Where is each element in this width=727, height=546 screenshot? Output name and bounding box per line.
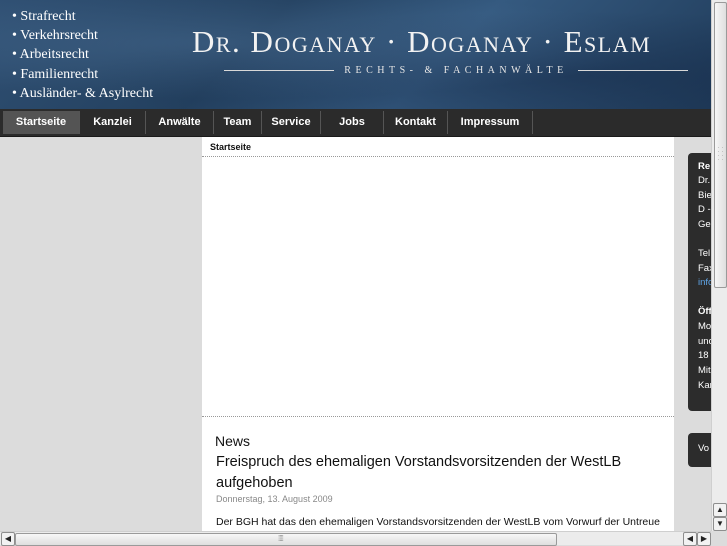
news-article-date: Donnerstag, 13. August 2009 <box>216 494 333 504</box>
contact-line: D - <box>698 204 711 215</box>
firm-subtitle-text: RECHTS- & FACHANWÄLTE <box>344 64 568 76</box>
hours-line: Mit <box>698 365 711 376</box>
nav-item-kanzlei[interactable]: Kanzlei <box>80 111 146 134</box>
scroll-left-button[interactable]: ◀ <box>1 532 15 546</box>
contact-line: Dr. <box>698 175 711 186</box>
subtitle-rule-right <box>577 69 688 71</box>
divider <box>202 416 674 417</box>
nav-item-service[interactable]: Service <box>262 111 321 134</box>
nav-item-startseite[interactable]: Startseite <box>3 111 80 134</box>
arrow-left-icon: ◀ <box>4 534 12 543</box>
scroll-down-button[interactable]: ▼ <box>713 517 727 531</box>
contact-line: Ge <box>698 219 711 230</box>
practice-areas-list: Strafrecht Verkehrsrecht Arbeitsrecht Fa… <box>12 7 153 103</box>
main-navigation: Startseite Kanzlei Anwälte Team Service … <box>0 109 727 137</box>
arrow-up-icon: ▲ <box>716 505 724 514</box>
scrollbar-corner <box>711 531 727 545</box>
nav-item-jobs[interactable]: Jobs <box>321 111 384 134</box>
arrow-right-icon: ▶ <box>700 534 708 543</box>
contact-box-heading: Re <box>698 161 711 172</box>
practice-area-item[interactable]: Strafrecht <box>12 7 153 26</box>
nav-item-kontakt[interactable]: Kontakt <box>384 111 448 134</box>
breadcrumb[interactable]: Startseite <box>210 142 251 152</box>
grip-icon: ⁞⁞⁞⁞ <box>278 534 284 543</box>
nav-item-impressum[interactable]: Impressum <box>448 111 533 134</box>
hours-heading: Öff <box>698 306 712 317</box>
contact-line: Bie <box>698 190 712 201</box>
nav-item-team[interactable]: Team <box>214 111 262 134</box>
contact-phone: Tel <box>698 248 711 259</box>
vertical-scrollbar[interactable]: · · · · · · · · ▲ ▼ <box>711 0 727 531</box>
practice-area-item[interactable]: Ausländer- & Asylrecht <box>12 84 153 103</box>
divider <box>202 156 674 157</box>
firm-name-logo[interactable]: Dr. Doganay · Doganay · Eslam <box>192 24 651 60</box>
news-article-title[interactable]: Freispruch des ehemaligen Vorstandsvorsi… <box>216 452 646 494</box>
firm-subtitle: RECHTS- & FACHANWÄLTE <box>224 63 688 77</box>
hours-line: Mo <box>698 321 712 332</box>
vertical-scroll-thumb[interactable]: · · · · · · · · <box>714 2 727 288</box>
practice-area-item[interactable]: Familienrecht <box>12 65 153 84</box>
news-article-excerpt: Der BGH hat das den ehemaligen Vorstands… <box>216 516 660 528</box>
hours-line: 18 <box>698 350 709 361</box>
site-header: Strafrecht Verkehrsrecht Arbeitsrecht Fa… <box>0 0 727 109</box>
main-content: Startseite News Freispruch des ehemalige… <box>202 137 674 531</box>
nav-item-anwaelte[interactable]: Anwälte <box>146 111 214 134</box>
left-column <box>0 137 201 531</box>
subtitle-rule-left <box>224 69 335 71</box>
arrow-down-icon: ▼ <box>716 519 724 528</box>
scroll-right-button[interactable]: ▶ <box>697 532 711 546</box>
scroll-left-button-2[interactable]: ◀ <box>683 532 697 546</box>
scroll-up-button[interactable]: ▲ <box>713 503 727 517</box>
practice-area-item[interactable]: Arbeitsrecht <box>12 45 153 64</box>
grip-icon: · · · · · · · · <box>717 145 724 163</box>
news-heading: News <box>215 433 251 449</box>
arrow-left-icon: ◀ <box>686 534 694 543</box>
horizontal-scroll-thumb[interactable]: ⁞⁞⁞⁞ <box>15 533 557 546</box>
info-box-text: Vo <box>698 443 710 454</box>
horizontal-scrollbar[interactable]: ◀ ⁞⁞⁞⁞ ◀ ▶ <box>0 531 711 546</box>
practice-area-item[interactable]: Verkehrsrecht <box>12 26 153 45</box>
